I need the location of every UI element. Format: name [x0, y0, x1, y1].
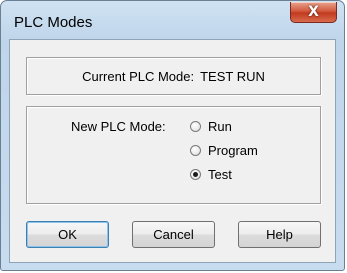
ok-button[interactable]: OK: [26, 221, 109, 248]
close-button[interactable]: X: [290, 2, 337, 23]
run-radio-button[interactable]: [190, 121, 201, 132]
current-mode-value: TEST RUN: [200, 69, 265, 84]
close-icon: X: [308, 4, 319, 20]
current-mode-group: Current PLC Mode: TEST RUN: [26, 57, 321, 95]
dialog-window: PLC Modes X Current PLC Mode: TEST RUN Ne…: [0, 0, 345, 271]
current-mode-label: Current PLC Mode:: [82, 69, 195, 84]
test-radio-button[interactable]: [190, 169, 201, 180]
cancel-button[interactable]: Cancel: [132, 221, 215, 248]
window-title: PLC Modes: [14, 14, 93, 31]
new-mode-group: New PLC Mode: Run Program Test: [26, 106, 321, 204]
new-mode-label: New PLC Mode:: [71, 119, 166, 134]
title-bar[interactable]: PLC Modes X: [1, 1, 344, 39]
dialog-body: Current PLC Mode: TEST RUN New PLC Mode: …: [9, 39, 336, 263]
test-radio-label[interactable]: Test: [208, 167, 232, 182]
radio-option-test[interactable]: Test: [190, 167, 232, 182]
radio-option-program[interactable]: Program: [190, 143, 258, 158]
current-mode-text: Current PLC Mode: TEST RUN: [27, 69, 320, 84]
radio-option-run[interactable]: Run: [190, 119, 232, 134]
program-radio-label[interactable]: Program: [208, 143, 258, 158]
help-button[interactable]: Help: [238, 221, 321, 248]
run-radio-label[interactable]: Run: [208, 119, 232, 134]
program-radio-button[interactable]: [190, 145, 201, 156]
